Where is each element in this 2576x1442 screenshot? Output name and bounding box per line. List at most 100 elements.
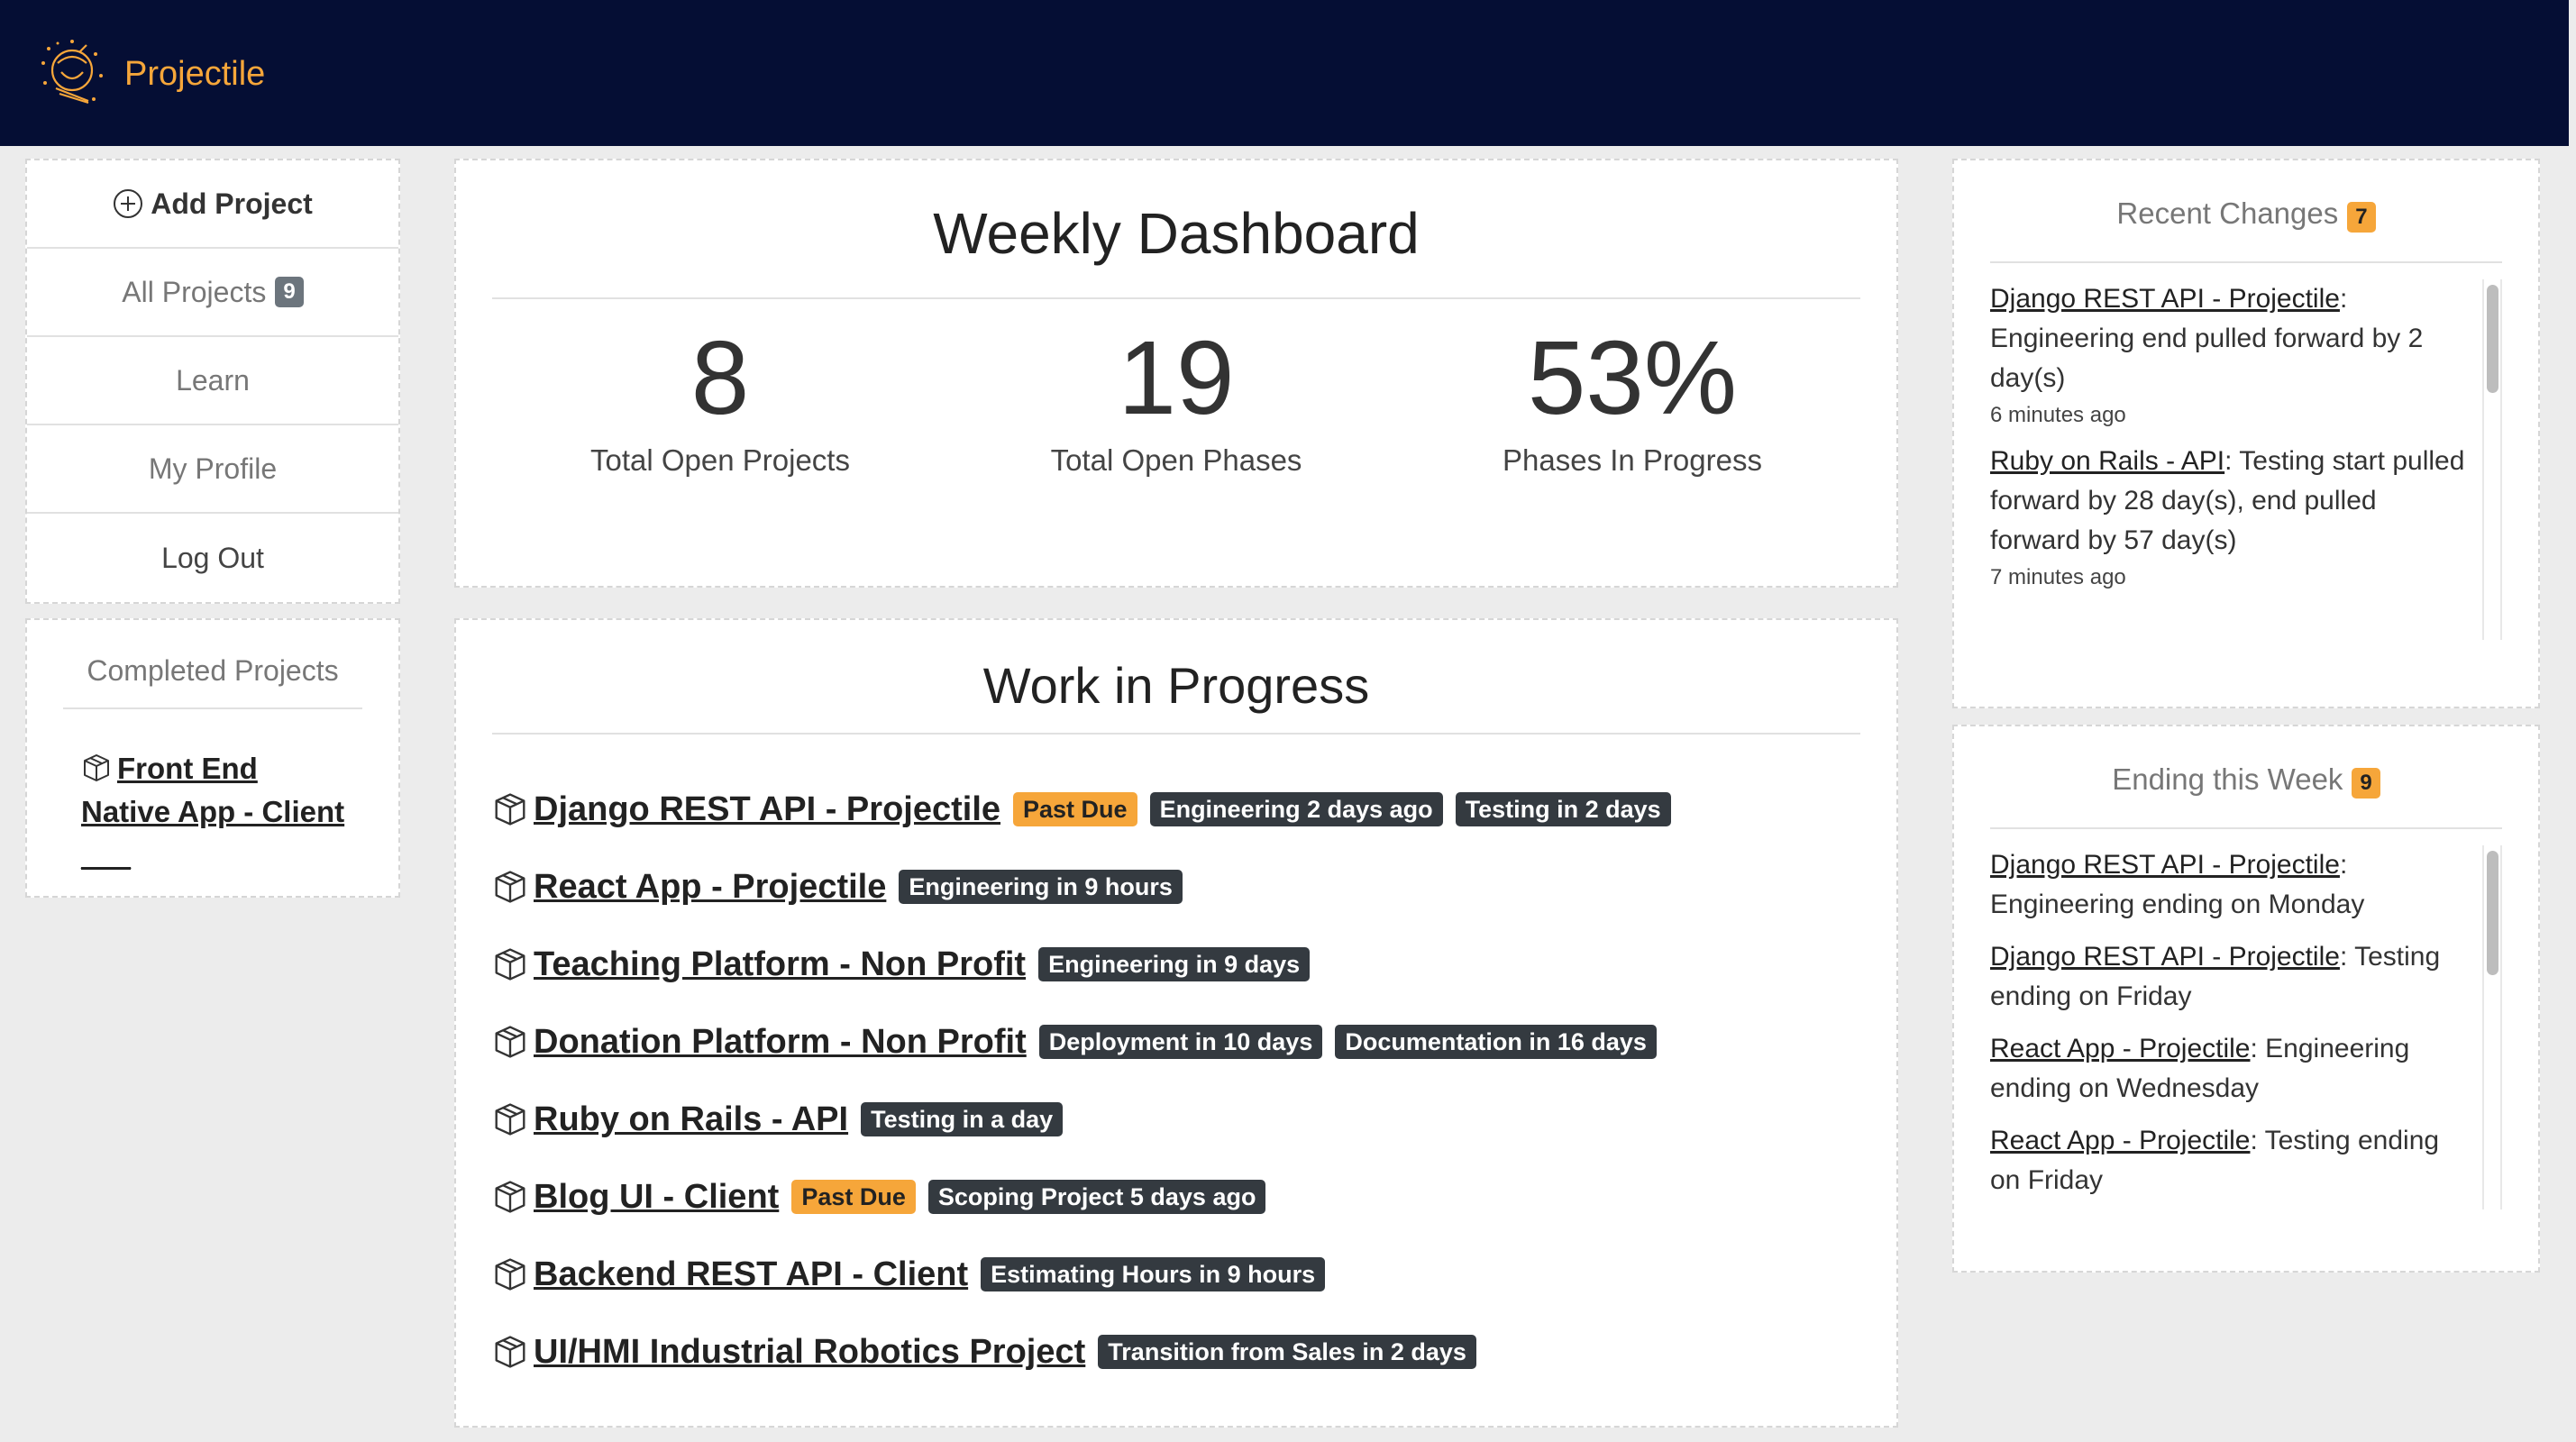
project-row: React App - Projectile Engineering in 9 h… [492,848,1896,926]
change-project-link[interactable]: Django REST API - Projectile [1990,284,2340,314]
plus-circle-icon [114,189,143,218]
change-time: 7 minutes ago [1990,565,2126,589]
project-row: Django REST API - Projectile Past Due Engi… [492,771,1896,848]
phase-badge: Testing in a day [861,1102,1064,1136]
project-row: Blog UI - Client Past Due Scoping Project … [492,1158,1896,1236]
top-navbar: Projectile [0,0,2569,146]
project-row: UI/HMI Industrial Robotics Project Transi… [492,1313,1896,1391]
project-list: Django REST API - Projectile Past Due Engi… [456,735,1896,1391]
phase-badge: Transition from Sales in 2 days [1098,1335,1476,1369]
phase-badge: Testing in 2 days [1455,792,1671,826]
sidebar-item-learn[interactable]: Learn [27,337,398,425]
list-item: React App - Projectile: Testing ending o… [1990,1121,2466,1200]
box-icon [495,793,525,826]
ending-project-link[interactable]: React App - Projectile [1990,1126,2250,1155]
scrollbar[interactable] [2482,279,2502,640]
ending-project-link[interactable]: Django REST API - Projectile [1990,942,2340,972]
box-icon [495,948,525,981]
change-project-link[interactable]: Ruby on Rails - API [1990,446,2224,476]
project-link[interactable]: Ruby on Rails - API [534,1100,848,1139]
scrollbar-thumb[interactable] [2487,851,2498,975]
weekly-dashboard-panel: Weekly Dashboard 8 Total Open Projects 1… [454,159,1898,588]
list-item: Front End Native App - Client ___ [81,747,353,877]
add-project-button[interactable]: Add Project [27,160,398,249]
sidebar-item-my-profile[interactable]: My Profile [27,425,398,514]
box-icon [495,1258,525,1291]
recent-changes-scroll[interactable]: Django REST API - Projectile: Engineerin… [1990,279,2502,640]
box-icon [495,1181,525,1213]
stat-phases-in-progress: 53% Phases In Progress [1404,299,1860,478]
work-in-progress-panel: Work in Progress Django REST API - Proje… [454,618,1898,1428]
box-icon [495,1026,525,1058]
box-icon [495,871,525,903]
past-due-badge: Past Due [1013,792,1137,826]
box-icon [495,1336,525,1368]
sidebar-item-label: My Profile [148,452,278,485]
phase-badge: Deployment in 10 days [1038,1025,1323,1059]
completed-projects-title: Completed Projects [63,654,362,709]
sidebar-item-all-projects[interactable]: All Projects 9 [27,249,398,337]
sidebar-item-label: Log Out [161,541,264,574]
sidebar-item-label: All Projects [122,275,267,308]
list-item: Ruby on Rails - API: Testing start pulle… [1990,442,2466,591]
completed-projects-panel: Completed Projects Front End Native App … [25,618,400,898]
phase-badge: Engineering in 9 days [1038,947,1311,981]
recent-changes-panel: Recent Changes 7 Django REST API - Projec… [1952,159,2540,708]
brand-name: Projectile [124,54,266,93]
stat-value: 53% [1527,319,1738,436]
stat-value: 8 [690,319,750,436]
project-link[interactable]: Donation Platform - Non Profit [534,1023,1027,1062]
recent-changes-title: Recent Changes [2116,196,2339,230]
sidebar-menu: Add Project All Projects 9 Learn My Prof… [25,159,400,604]
recent-changes-header: Recent Changes 7 [1990,160,2502,263]
stat-label: Total Open Phases [1050,443,1302,477]
brand[interactable]: Projectile [36,36,265,112]
project-row: Donation Platform - Non Profit Deployment… [492,1003,1896,1081]
phase-badge: Scoping Project 5 days ago [927,1180,1266,1214]
ending-project-link[interactable]: React App - Projectile [1990,1034,2250,1063]
list-item: Django REST API - Projectile: Testing en… [1990,937,2466,1017]
change-time: 6 minutes ago [1990,403,2126,427]
stat-label: Total Open Projects [590,443,850,477]
stat-label: Phases In Progress [1503,443,1762,477]
box-icon [495,1103,525,1136]
phase-badge: Documentation in 16 days [1335,1025,1657,1059]
stat-open-phases: 19 Total Open Phases [948,299,1404,478]
sidebar-item-label: Learn [176,363,250,397]
past-due-badge: Past Due [791,1180,916,1214]
astronaut-helmet-icon [41,40,103,105]
project-link[interactable]: Teaching Platform - Non Profit [534,945,1026,984]
weekly-dashboard-title: Weekly Dashboard [492,160,1860,299]
completed-project-link[interactable]: Front End Native App - Client ___ [81,752,344,872]
list-item: Django REST API - Projectile: Engineerin… [1990,279,2466,429]
work-in-progress-title: Work in Progress [492,620,1860,735]
phase-badge: Estimating Hours in 9 hours [981,1257,1326,1291]
ending-project-link[interactable]: Django REST API - Projectile [1990,850,2340,880]
project-link[interactable]: UI/HMI Industrial Robotics Project [534,1333,1085,1372]
list-item: React App - Projectile: Engineering endi… [1990,1029,2466,1109]
box-icon [84,754,109,781]
scrollbar-thumb[interactable] [2487,285,2498,393]
phase-badge: Engineering 2 days ago [1149,792,1443,826]
project-link[interactable]: Django REST API - Projectile [534,790,1000,829]
project-row: Ruby on Rails - API Testing in a day [492,1081,1896,1158]
project-link[interactable]: React App - Projectile [534,868,886,907]
ending-this-week-panel: Ending this Week 9 Django REST API - Proj… [1952,725,2540,1273]
list-item: Django REST API - Projectile: Engineerin… [1990,845,2466,925]
ending-this-week-header: Ending this Week 9 [1990,726,2502,829]
stat-value: 19 [1118,319,1235,436]
project-row: Backend REST API - Client Estimating Hour… [492,1236,1896,1313]
recent-changes-badge: 7 [2347,202,2376,233]
project-row: Teaching Platform - Non Profit Engineerin… [492,926,1896,1003]
scrollbar[interactable] [2482,845,2502,1209]
project-link[interactable]: Blog UI - Client [534,1178,779,1217]
phase-badge: Engineering in 9 hours [899,870,1183,904]
ending-this-week-badge: 9 [2352,768,2380,799]
project-count-badge: 9 [275,277,304,307]
stat-open-projects: 8 Total Open Projects [492,299,948,478]
ending-this-week-scroll[interactable]: Django REST API - Projectile: Engineerin… [1990,845,2502,1209]
project-link[interactable]: Backend REST API - Client [534,1255,968,1294]
sidebar-item-log-out[interactable]: Log Out [27,514,398,602]
ending-this-week-title: Ending this Week [2112,762,2343,796]
add-project-label: Add Project [151,187,313,220]
